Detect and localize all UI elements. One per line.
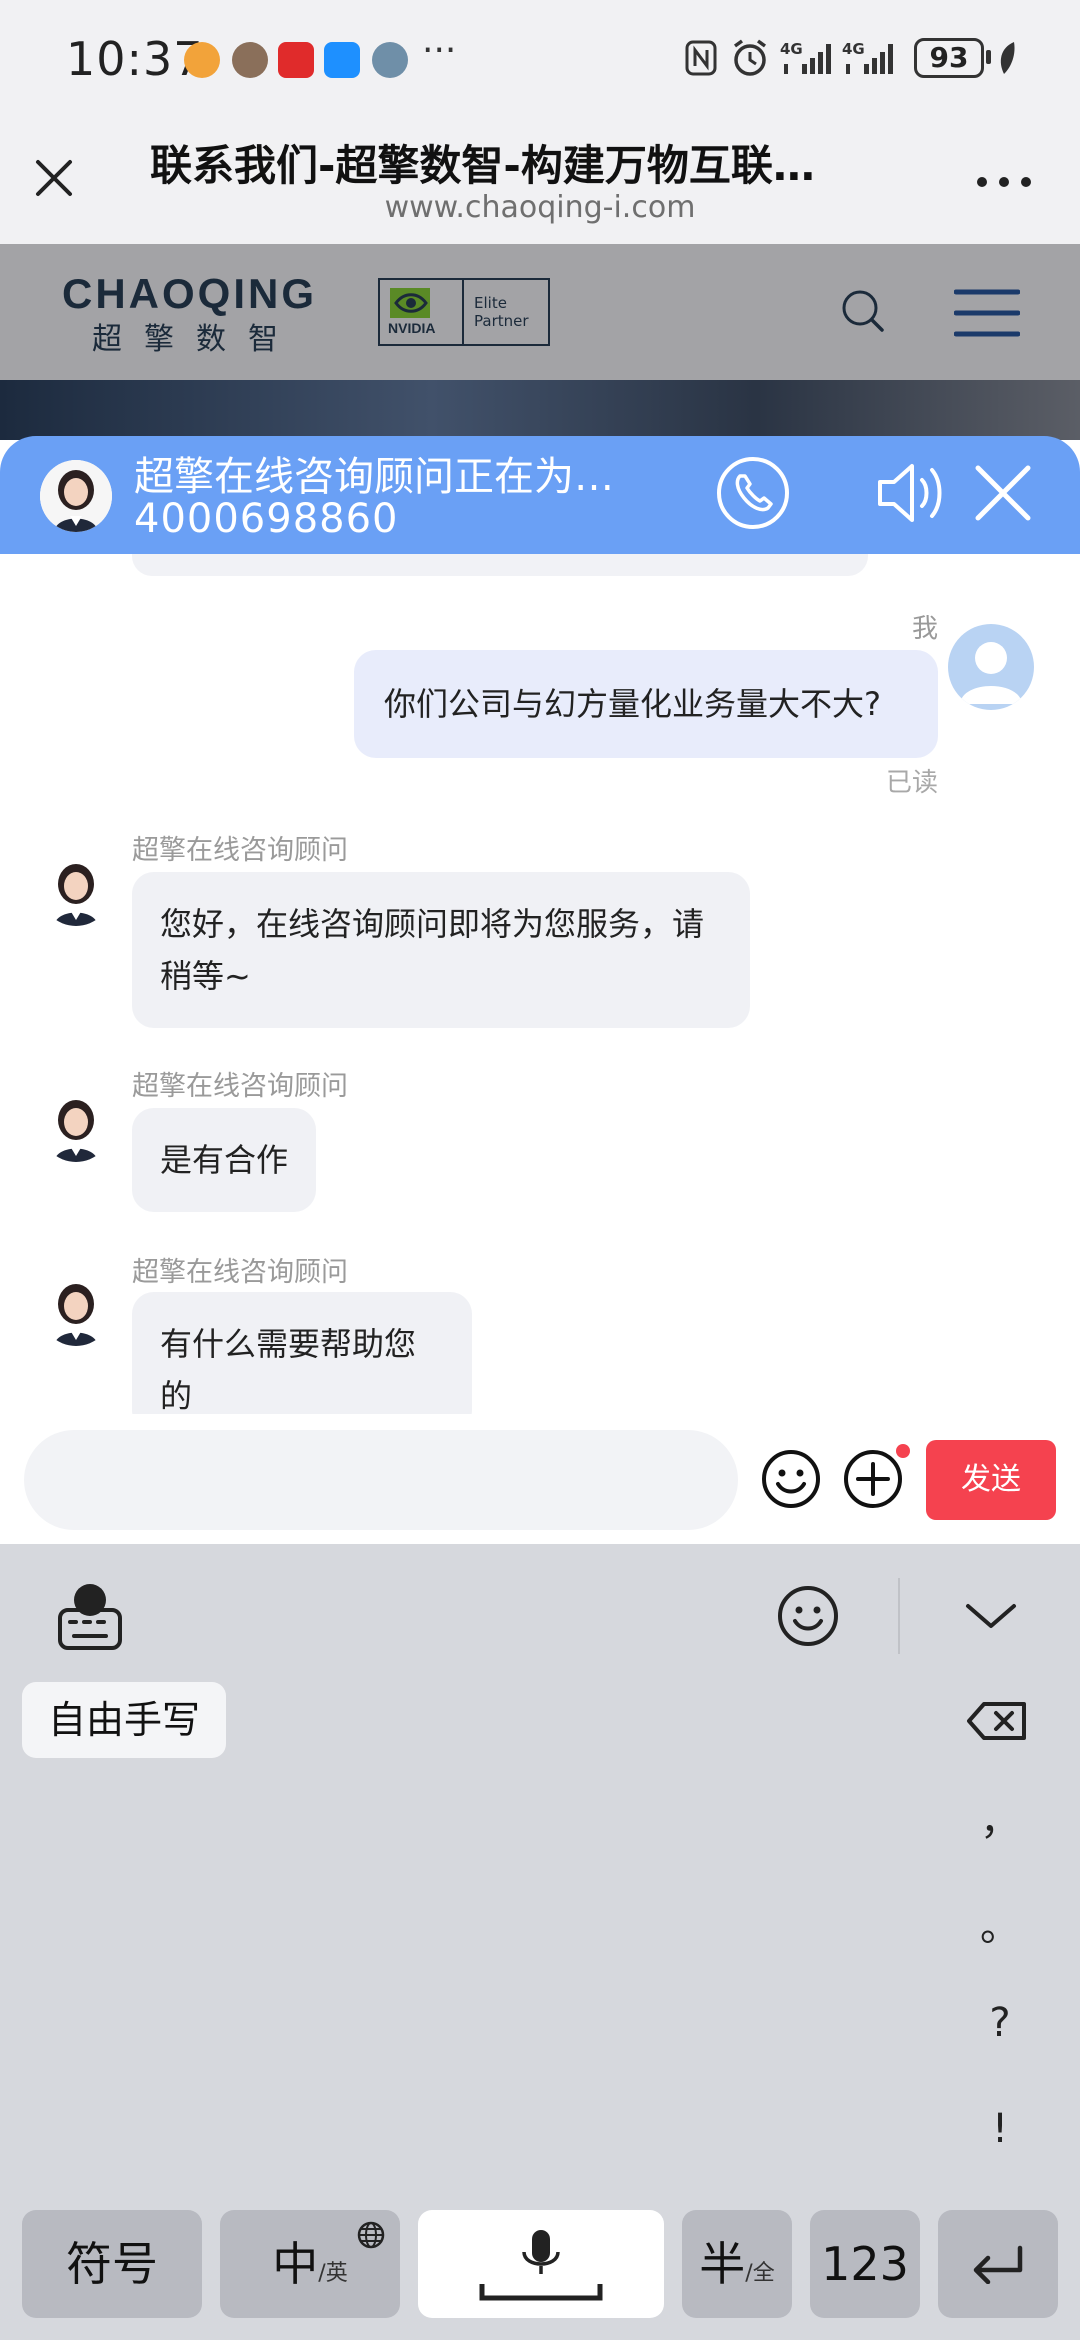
- toolbar-divider: [898, 1578, 900, 1654]
- app-notification-icon: [372, 42, 408, 78]
- punctuation-period-key[interactable]: 。: [960, 1894, 1040, 1952]
- agent-name: 超擎在线咨询顾问: [132, 1071, 348, 1102]
- user-avatar: [948, 624, 1034, 710]
- message-bubble-me: 你们公司与幻方量化业务量大不大?: [354, 650, 938, 758]
- half-width-main-label: 半: [699, 2237, 746, 2291]
- message-bubble-agent: 是有合作: [132, 1108, 317, 1212]
- battery-indicator: 93: [914, 38, 984, 78]
- agent-avatar: [40, 854, 112, 926]
- chat-header-title: 超擎在线咨询顾问正在为…: [134, 454, 614, 500]
- emoji-icon[interactable]: [760, 1448, 822, 1510]
- message-list[interactable]: 我 你们公司与幻方量化业务量大不大? 已读 超擎在线咨询顾问 您好，在线咨询顾问…: [0, 554, 1080, 1414]
- ime-keyboard: 自由手写 ， 。 ? ! 符号 中/英 半/全 123: [0, 1544, 1080, 2340]
- chat-header: 超擎在线咨询顾问正在为… 4000698860: [0, 436, 1080, 554]
- globe-icon: [357, 2221, 385, 2249]
- half-width-sub-label: /全: [745, 2261, 775, 2286]
- page-url[interactable]: www.chaoqing-i.com: [0, 190, 1080, 225]
- agent-avatar: [40, 1274, 112, 1346]
- enter-key[interactable]: [938, 2210, 1058, 2318]
- site-logo-cn: 超擎数智: [92, 322, 300, 357]
- shield-icon: [324, 42, 360, 78]
- nfc-icon: [685, 40, 717, 76]
- signal-4g-icon: 4G: [842, 40, 893, 74]
- leaf-icon: [1000, 42, 1015, 74]
- agent-name: 超擎在线咨询顾问: [132, 1257, 348, 1288]
- half-full-width-key[interactable]: 半/全: [682, 2210, 792, 2318]
- svg-text:4G: 4G: [780, 40, 803, 58]
- symbols-key[interactable]: 符号: [22, 2210, 202, 2318]
- free-handwriting-toggle[interactable]: 自由手写: [22, 1682, 226, 1758]
- enter-icon: [973, 2245, 1023, 2284]
- page-title: 联系我们-超擎数智-构建万物互联…: [150, 141, 815, 190]
- microphone-icon: [479, 2230, 603, 2301]
- search-icon[interactable]: [840, 288, 886, 334]
- app-notification-icon: [232, 42, 268, 78]
- browser-toolbar: 联系我们-超擎数智-构建万物互联… www.chaoqing-i.com: [0, 118, 1080, 244]
- keyboard-emoji-icon[interactable]: [776, 1584, 840, 1648]
- more-dots-icon[interactable]: [976, 174, 1032, 190]
- partner-level: Elite Partner: [474, 294, 529, 330]
- add-attachment-icon[interactable]: [842, 1448, 904, 1510]
- message-bubble-agent: 您好，在线咨询顾问即将为您服务，请稍等~: [132, 872, 750, 1028]
- nvidia-partner-badge: NVIDIA Elite Partner: [378, 278, 550, 346]
- space-voice-key[interactable]: [418, 2210, 664, 2318]
- more-notifications-icon: ···: [422, 30, 457, 71]
- clock: 10:37: [66, 32, 204, 86]
- sender-label-me: 我: [911, 614, 938, 644]
- language-switch-key[interactable]: 中/英: [220, 2210, 400, 2318]
- hotline-number[interactable]: 4000698860: [134, 496, 399, 542]
- badge-divider: [462, 280, 464, 344]
- language-sub-label: /英: [318, 2261, 348, 2286]
- punctuation-comma-key[interactable]: ，: [960, 1788, 1040, 1846]
- agent-avatar: [40, 460, 112, 532]
- site-logo[interactable]: CHAOQING: [62, 270, 317, 318]
- app-notification-icon: [184, 42, 220, 78]
- previous-message-bubble: [132, 554, 868, 576]
- agent-avatar: [40, 1090, 112, 1162]
- app-notification-icon: [278, 42, 314, 78]
- phone-call-icon[interactable]: [716, 456, 790, 530]
- site-header: CHAOQING 超擎数智 NVIDIA Elite Partner: [0, 244, 1080, 380]
- battery-tip: [986, 50, 991, 64]
- read-receipt: 已读: [885, 768, 938, 798]
- status-bar: 10:37 ··· 4G 4G 93: [0, 0, 1080, 118]
- agent-name: 超擎在线咨询顾问: [132, 835, 348, 866]
- collapse-keyboard-icon[interactable]: [964, 1600, 1018, 1632]
- svg-text:4G: 4G: [842, 40, 865, 58]
- hero-banner: [0, 380, 1080, 440]
- alarm-icon: [733, 39, 767, 76]
- language-main-label: 中: [272, 2237, 319, 2291]
- nvidia-wordmark: NVIDIA: [388, 320, 436, 336]
- signal-4g-icon: 4G: [780, 40, 831, 74]
- backspace-icon[interactable]: [966, 1700, 1028, 1742]
- send-button[interactable]: 发送: [926, 1440, 1056, 1520]
- punctuation-exclaim-key[interactable]: !: [960, 2106, 1040, 2152]
- punctuation-question-key[interactable]: ?: [960, 2000, 1040, 2046]
- nvidia-eye-icon: [390, 288, 430, 318]
- message-input[interactable]: [24, 1430, 738, 1530]
- keyboard-settings-icon[interactable]: [56, 1578, 124, 1652]
- speaker-icon[interactable]: [876, 460, 946, 526]
- hamburger-menu-icon[interactable]: [954, 288, 1020, 338]
- message-bubble-agent: 有什么需要帮助您的: [132, 1292, 472, 1414]
- numbers-key[interactable]: 123: [810, 2210, 920, 2318]
- notification-dot: [896, 1444, 910, 1458]
- close-chat-icon[interactable]: [970, 460, 1036, 526]
- chat-input-bar: 发送: [0, 1414, 1080, 1544]
